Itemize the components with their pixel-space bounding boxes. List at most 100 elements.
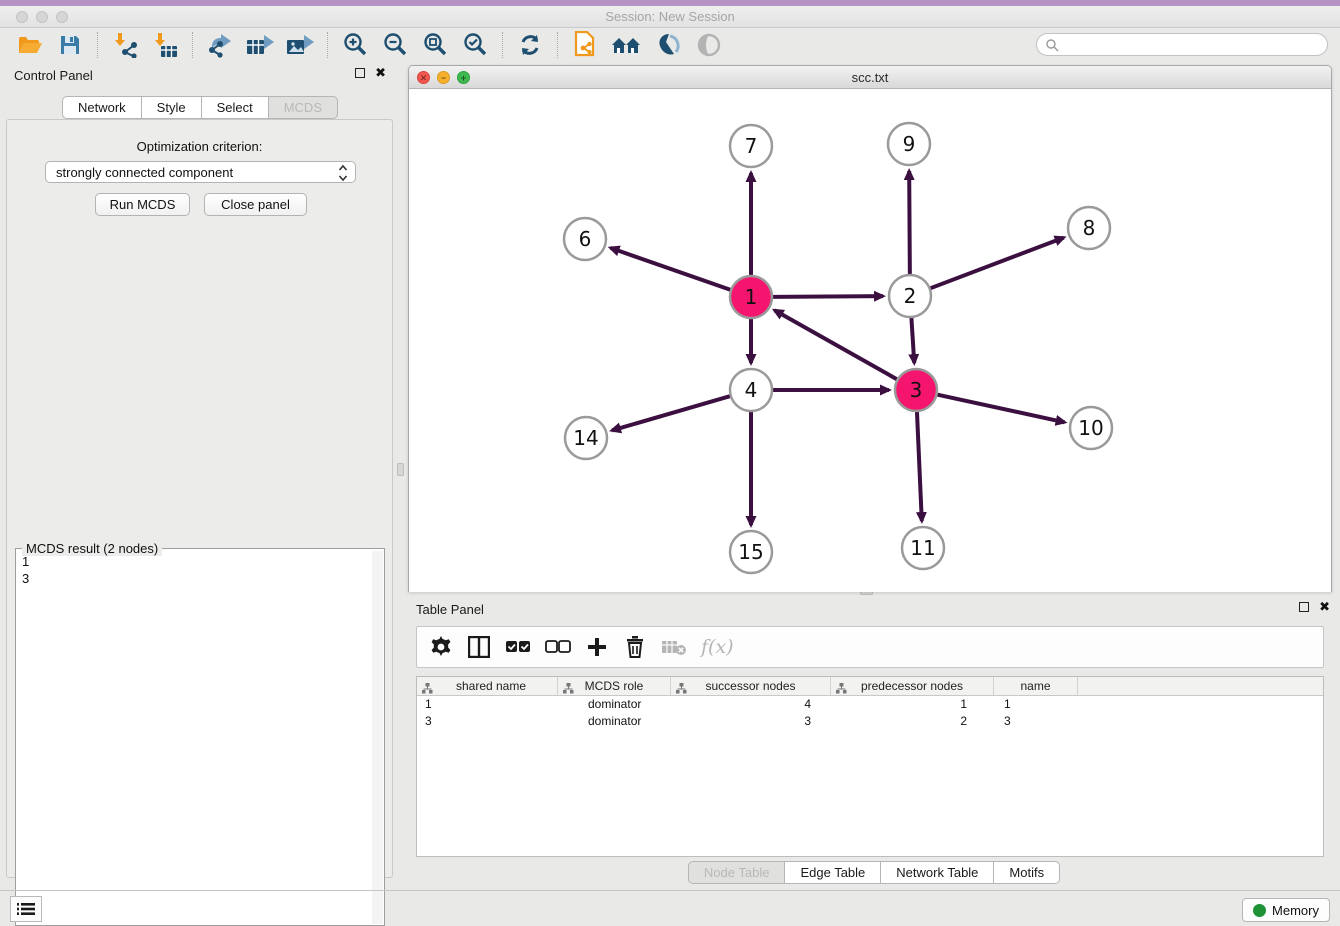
zoom-selected-icon[interactable]	[460, 30, 490, 60]
tab-edge-table[interactable]: Edge Table	[784, 861, 881, 884]
network-close-icon[interactable]: ✕	[417, 71, 430, 84]
column-header-mcds-role[interactable]: MCDS role	[558, 677, 671, 695]
traffic-lights[interactable]	[16, 11, 68, 23]
graph-edge-2-8[interactable]	[931, 238, 1064, 289]
graph-edge-2-9[interactable]	[909, 171, 910, 274]
node-table[interactable]: shared name MCDS role successor nodes pr…	[416, 676, 1324, 857]
save-session-icon[interactable]	[55, 30, 85, 60]
settings-gear-icon[interactable]	[429, 632, 453, 662]
memory-button[interactable]: Memory	[1242, 898, 1330, 922]
float-panel-icon[interactable]	[355, 68, 365, 78]
graph-node-14[interactable]: 14	[565, 417, 607, 459]
export-table-icon[interactable]	[245, 30, 275, 60]
graph-node-8[interactable]: 8	[1068, 207, 1110, 249]
graph-node-7[interactable]: 7	[730, 125, 772, 167]
toolbar-separator	[327, 32, 328, 58]
column-header-successor-nodes[interactable]: successor nodes	[671, 677, 831, 695]
table-panel-header: Table Panel ✖	[408, 596, 1340, 622]
graph-node-6[interactable]: 6	[564, 218, 606, 260]
vertical-split-grip[interactable]	[397, 463, 404, 476]
tab-node-table[interactable]: Node Table	[688, 861, 786, 884]
visual-styles-icon[interactable]	[654, 30, 684, 60]
tab-mcds[interactable]: MCDS	[268, 96, 338, 119]
close-table-panel-icon[interactable]: ✖	[1319, 602, 1330, 612]
first-neighbors-icon[interactable]	[610, 30, 644, 60]
svg-text:1: 1	[745, 285, 758, 309]
network-window-titlebar[interactable]: ✕ − + scc.txt	[409, 66, 1331, 89]
tab-style[interactable]: Style	[141, 96, 202, 119]
cell-shared-name[interactable]: 3	[417, 713, 558, 730]
run-mcds-button[interactable]: Run MCDS	[95, 193, 190, 216]
delete-row-icon[interactable]	[623, 632, 647, 662]
show-hide-icon[interactable]	[694, 30, 724, 60]
graph-node-4[interactable]: 4	[730, 369, 772, 411]
zoom-fit-icon[interactable]	[420, 30, 450, 60]
graph-node-11[interactable]: 11	[902, 527, 944, 569]
tab-network[interactable]: Network	[62, 96, 142, 119]
export-image-icon[interactable]	[285, 30, 315, 60]
graph-node-2[interactable]: 2	[889, 275, 931, 317]
zoom-in-icon[interactable]	[340, 30, 370, 60]
network-maximize-icon[interactable]: +	[457, 71, 470, 84]
column-header-name[interactable]: name	[994, 677, 1078, 695]
cell-name[interactable]: 1	[994, 696, 1078, 713]
column-layout-icon[interactable]	[467, 632, 491, 662]
refresh-layout-icon[interactable]	[515, 30, 545, 60]
clone-network-icon[interactable]	[570, 30, 600, 60]
tab-motifs[interactable]: Motifs	[993, 861, 1060, 884]
graph-edge-1-6[interactable]	[610, 248, 730, 290]
mcds-scrollbar[interactable]	[372, 551, 383, 924]
column-type-icon	[676, 681, 687, 699]
graph-edge-4-14[interactable]	[612, 396, 730, 430]
graph-node-1[interactable]: 1	[730, 276, 772, 318]
cell-predecessor-nodes[interactable]: 2	[831, 713, 994, 730]
zoom-out-icon[interactable]	[380, 30, 410, 60]
maximize-light[interactable]	[56, 11, 68, 23]
column-header-shared-name[interactable]: shared name	[417, 677, 558, 695]
deselect-all-rows-icon[interactable]	[545, 632, 571, 662]
select-all-rows-icon[interactable]	[505, 632, 531, 662]
cell-name[interactable]: 3	[994, 713, 1078, 730]
float-table-panel-icon[interactable]	[1299, 602, 1309, 612]
minimize-light[interactable]	[36, 11, 48, 23]
graph-edge-3-10[interactable]	[937, 395, 1064, 423]
column-type-icon	[422, 681, 433, 699]
graph-edge-3-1[interactable]	[775, 310, 897, 379]
cell-shared-name[interactable]: 1	[417, 696, 558, 713]
import-table-icon[interactable]	[150, 30, 180, 60]
search-input[interactable]	[1059, 38, 1309, 52]
export-network-icon[interactable]	[205, 30, 235, 60]
close-light[interactable]	[16, 11, 28, 23]
network-minimize-icon[interactable]: −	[437, 71, 450, 84]
task-history-button[interactable]	[10, 896, 42, 922]
graph-edge-2-3[interactable]	[911, 318, 914, 363]
cell-successor-nodes[interactable]: 3	[671, 713, 831, 730]
network-canvas[interactable]: 1 2 3 4 6 7 8 9 10 11 14 15	[409, 89, 1331, 592]
open-session-icon[interactable]	[15, 30, 45, 60]
table-row[interactable]: 3 dominator 3 2 3	[417, 713, 1323, 730]
delete-table-icon[interactable]	[661, 632, 687, 662]
column-header-predecessor-nodes[interactable]: predecessor nodes	[831, 677, 994, 695]
criterion-dropdown[interactable]: strongly connected component	[45, 161, 356, 183]
cell-predecessor-nodes[interactable]: 1	[831, 696, 994, 713]
cell-mcds-role[interactable]: dominator	[558, 696, 671, 713]
graph-edge-1-2[interactable]	[773, 296, 883, 297]
import-network-icon[interactable]	[110, 30, 140, 60]
close-panel-icon[interactable]: ✖	[375, 68, 386, 78]
cell-successor-nodes[interactable]: 4	[671, 696, 831, 713]
add-row-icon[interactable]	[585, 632, 609, 662]
tab-network-table[interactable]: Network Table	[880, 861, 994, 884]
mcds-result-text[interactable]: 1 3	[17, 551, 371, 924]
cell-mcds-role[interactable]: dominator	[558, 713, 671, 730]
graph-node-9[interactable]: 9	[888, 123, 930, 165]
function-builder-icon[interactable]: f(x)	[701, 632, 734, 662]
svg-text:15: 15	[738, 540, 763, 564]
graph-node-3[interactable]: 3	[895, 369, 937, 411]
tab-select[interactable]: Select	[201, 96, 269, 119]
search-box[interactable]	[1036, 33, 1328, 56]
graph-edge-3-11[interactable]	[917, 412, 922, 521]
close-panel-button[interactable]: Close panel	[204, 193, 307, 216]
graph-node-10[interactable]: 10	[1070, 407, 1112, 449]
graph-node-15[interactable]: 15	[730, 531, 772, 573]
table-row[interactable]: 1 dominator 4 1 1	[417, 696, 1323, 713]
